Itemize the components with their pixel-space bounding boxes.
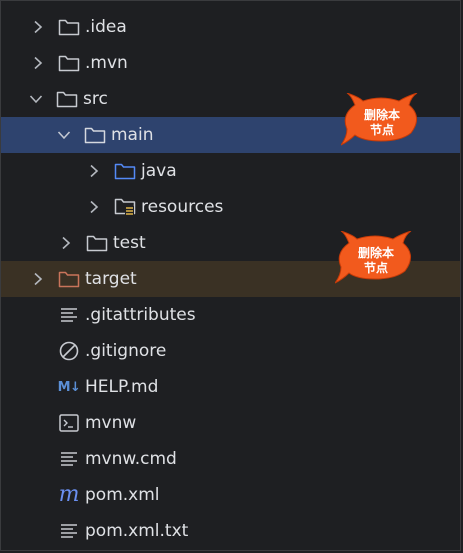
tree-row-label: src [83,89,108,109]
tree-row-label: main [111,125,154,145]
chevron-down-icon[interactable] [57,128,71,142]
chevron-right-icon[interactable] [87,200,101,214]
maven-icon: m [58,482,80,507]
tree-row-resources[interactable]: resources [1,189,460,225]
folder-icon [85,232,109,254]
annotation-line-1: 删除本 [357,246,394,260]
tree-row-java[interactable]: java [1,153,460,189]
tree-row-help-md[interactable]: M↓ HELP.md [1,369,460,405]
ignore-file-icon [57,340,81,362]
chevron-right-icon[interactable] [31,20,45,34]
terminal-file-icon [57,412,81,434]
tree-row-label: test [113,233,146,253]
delete-node-annotation: 删除本 节点 [341,93,423,149]
tree-row-label: resources [141,197,224,217]
tree-row-gitignore[interactable]: .gitignore [1,333,460,369]
folder-icon [57,52,81,74]
folder-icon [55,88,79,110]
project-tree-panel: .idea .mvn src main java resources test … [0,0,461,551]
tree-row-pom-xml-txt[interactable]: pom.xml.txt [1,513,460,549]
tree-row-label: pom.xml [85,485,160,505]
tree-row-mvn[interactable]: .mvn [1,45,460,81]
tree-row-label: HELP.md [85,377,159,397]
tree-row-idea[interactable]: .idea [1,9,460,45]
tree-row-mvnw[interactable]: mvnw [1,405,460,441]
text-file-icon [57,448,81,470]
chevron-down-icon[interactable] [29,92,43,106]
tree-row-pom-xml[interactable]: m pom.xml [1,477,460,513]
annotation-line-2: 节点 [363,261,388,275]
chevron-right-icon[interactable] [31,272,45,286]
folder-icon [57,16,81,38]
tree-row-mvnw-cmd[interactable]: mvnw.cmd [1,441,460,477]
tree-row-label: target [85,269,137,289]
chevron-right-icon[interactable] [59,236,73,250]
tree-row-label: mvnw [85,413,137,433]
excluded-folder-icon [57,268,81,290]
annotation-line-1: 删除本 [363,108,400,122]
markdown-icon: M↓ [57,379,81,395]
delete-node-annotation: 删除本 节点 [335,231,417,287]
chevron-right-icon[interactable] [31,56,45,70]
tree-row-gitattributes[interactable]: .gitattributes [1,297,460,333]
tree-row-label: java [141,161,177,181]
tree-row-label: .mvn [85,53,128,73]
source-folder-icon [113,160,137,182]
tree-row-label: .idea [85,17,127,37]
annotation-line-2: 节点 [369,123,394,137]
tree-row-label: mvnw.cmd [85,449,177,469]
tree-row-label: .gitattributes [85,305,196,325]
text-file-icon [57,304,81,326]
resources-folder-icon [113,196,137,218]
tree-row-label: .gitignore [85,341,167,361]
chevron-right-icon[interactable] [87,164,101,178]
tree-row-label: pom.xml.txt [85,521,189,541]
folder-icon [83,124,107,146]
text-file-icon [57,520,81,542]
